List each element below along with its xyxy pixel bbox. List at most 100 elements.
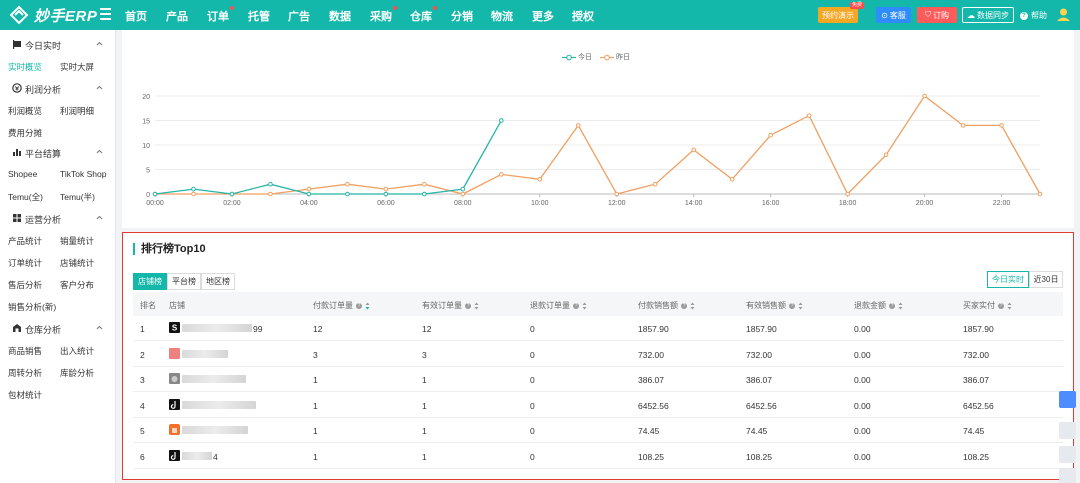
data-point[interactable] [422, 181, 427, 187]
sort-icon[interactable] [474, 302, 479, 310]
data-point[interactable] [883, 152, 889, 158]
sidebar-item[interactable]: 实时概览 [8, 61, 42, 73]
customer-service-button[interactable]: ⊙ 客服 [876, 7, 911, 23]
info-icon[interactable]: ? [573, 302, 579, 309]
data-point[interactable] [845, 191, 850, 197]
sort-icon[interactable] [582, 302, 587, 310]
nav-item-1[interactable]: 产品 [166, 8, 188, 24]
sidebar-item[interactable]: 客户分布 [60, 279, 94, 291]
data-point[interactable] [729, 177, 735, 182]
logo[interactable]: 妙手ERP [8, 4, 97, 26]
data-point[interactable] [768, 132, 773, 138]
legend-item-0[interactable]: 今日 [562, 52, 592, 62]
data-point[interactable] [652, 181, 658, 187]
data-point[interactable] [575, 123, 581, 128]
nav-item-11[interactable]: 授权 [572, 8, 594, 24]
sidebar-item[interactable]: 费用分摊 [8, 127, 42, 139]
avatar[interactable] [1056, 7, 1071, 22]
sidebar-group-1[interactable]: 利润分析 [0, 77, 116, 99]
data-point[interactable] [691, 147, 696, 153]
nav-item-7[interactable]: 仓库 [410, 6, 437, 24]
range-tab-0[interactable]: 今日实时 [987, 271, 1029, 288]
info-icon[interactable]: ? [681, 302, 687, 309]
sidebar-item[interactable]: 实时大屏 [60, 61, 94, 73]
table-row[interactable]: 2 3 3 0 732.00 732.00 0.00 732.00 [133, 342, 1063, 367]
data-sync-button[interactable]: ☁ 数据同步 [962, 7, 1014, 23]
nav-item-0[interactable]: 首页 [125, 8, 147, 24]
nav-item-8[interactable]: 分销 [451, 8, 473, 24]
table-row[interactable]: 4 6 1 1 0 108.25 108.25 0.00 108.25 [133, 444, 1063, 469]
info-icon[interactable]: ? [356, 302, 362, 309]
data-point[interactable] [614, 191, 620, 197]
sidebar-item[interactable]: Shopee [8, 169, 37, 179]
data-point[interactable] [191, 186, 196, 192]
data-point[interactable] [537, 177, 543, 182]
data-point[interactable] [922, 93, 927, 99]
column-header-2[interactable]: 付款订单量? [313, 300, 370, 311]
data-point[interactable] [999, 123, 1004, 128]
sidebar-group-3[interactable]: 运营分析 [0, 207, 116, 229]
sidebar-item[interactable]: 库龄分析 [60, 367, 94, 379]
sidebar-item[interactable]: 销售分析(新) [8, 301, 56, 313]
floating-top-icon[interactable] [1059, 468, 1076, 483]
subscribe-button[interactable]: ⛉ 订购 [917, 7, 957, 23]
range-tab-1[interactable]: 近30日 [1029, 271, 1063, 288]
data-point[interactable] [460, 191, 466, 197]
sort-icon[interactable] [798, 302, 803, 310]
data-point[interactable] [460, 186, 466, 192]
nav-item-9[interactable]: 物流 [491, 8, 513, 24]
table-row[interactable]: 4 1 1 0 6452.56 6452.56 0.00 6452.56 [133, 393, 1063, 418]
sidebar-item[interactable]: TikTok Shop [60, 169, 106, 179]
info-icon[interactable]: ? [465, 302, 471, 309]
nav-item-10[interactable]: 更多 [532, 8, 554, 24]
sidebar-item[interactable]: 出入统计 [60, 345, 94, 357]
data-point[interactable] [152, 191, 158, 197]
sidebar-item[interactable]: 包材统计 [8, 389, 42, 401]
table-row[interactable]: S 99 1 12 12 0 1857.90 1857.90 0.00 1857.90 [133, 316, 1063, 341]
ranking-tab-1[interactable]: 平台榜 [167, 273, 201, 290]
sidebar-group-2[interactable]: 平台结算 [0, 141, 116, 163]
sidebar-item[interactable]: 产品统计 [8, 235, 42, 247]
sidebar-item[interactable]: Temu(全) [8, 191, 43, 203]
legend-item-1[interactable]: 昨日 [600, 52, 630, 62]
column-header-6[interactable]: 有效销售额? [746, 300, 803, 311]
nav-item-6[interactable]: 采购 [370, 6, 397, 24]
nav-item-3[interactable]: 托管 [248, 8, 270, 24]
sidebar-item[interactable]: 利润概览 [8, 105, 42, 117]
data-point[interactable] [1037, 191, 1043, 197]
floating-chat-icon[interactable] [1059, 391, 1076, 408]
sidebar-item[interactable]: 售后分析 [8, 279, 42, 291]
floating-note-icon[interactable] [1059, 422, 1076, 439]
sort-icon[interactable] [898, 302, 903, 310]
table-row[interactable]: 5 1 1 0 74.45 74.45 0.00 74.45 [133, 418, 1063, 443]
data-point[interactable] [191, 191, 196, 197]
sidebar-item[interactable]: 销量统计 [60, 235, 94, 247]
sidebar-item[interactable]: Temu(半) [60, 191, 95, 203]
column-header-3[interactable]: 有效订单量? [422, 300, 479, 311]
data-point[interactable] [345, 191, 350, 197]
data-point[interactable] [499, 118, 504, 123]
sidebar-item[interactable]: 商品销售 [8, 345, 42, 357]
ranking-tab-2[interactable]: 地区榜 [201, 273, 235, 290]
sidebar-item[interactable]: 周转分析 [8, 367, 42, 379]
sidebar-item[interactable]: 店铺统计 [60, 257, 94, 269]
data-point[interactable] [499, 172, 504, 177]
info-icon[interactable]: ? [998, 302, 1004, 309]
data-point[interactable] [306, 186, 312, 192]
sidebar-item[interactable]: 利润明细 [60, 105, 94, 117]
nav-item-4[interactable]: 广告 [288, 8, 310, 24]
column-header-8[interactable]: 买家实付? [963, 300, 1012, 311]
nav-item-5[interactable]: 数据 [329, 8, 351, 24]
data-point[interactable] [422, 191, 427, 197]
sort-icon[interactable] [1007, 302, 1012, 310]
data-point[interactable] [345, 181, 350, 187]
nav-item-2[interactable]: 订单 [207, 6, 234, 24]
table-row[interactable]: 3 1 1 0 386.07 386.07 0.00 386.07 [133, 367, 1063, 392]
column-header-5[interactable]: 付款销售额? [638, 300, 695, 311]
data-point[interactable] [229, 191, 235, 197]
info-icon[interactable]: ? [889, 302, 895, 309]
info-icon[interactable]: ? [789, 302, 795, 309]
floating-feedback-icon[interactable] [1059, 446, 1076, 463]
data-point[interactable] [383, 186, 389, 192]
data-point[interactable] [806, 113, 812, 118]
